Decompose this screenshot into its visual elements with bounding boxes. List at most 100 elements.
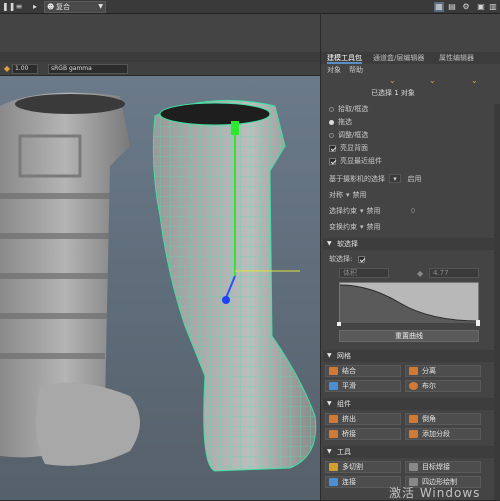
camera-select-dropdown[interactable]: ▾ [389,174,402,183]
collapse-triangle-icon: ▼ [327,448,332,455]
multi-cut-icon [329,463,338,471]
checkbox-icon [329,157,336,165]
boolean-button[interactable]: 布尔 [405,380,481,392]
add-divisions-icon [409,430,418,438]
combine-button[interactable]: 结合 [325,365,401,377]
bridge-button[interactable]: 桥接 [325,428,401,440]
pause-icon[interactable]: ❚❚ [2,2,15,12]
outliner-icon[interactable]: ▥ [488,2,498,12]
radio-icon [329,132,334,138]
backface-label: 亮显背面 [340,144,368,152]
sculpted-boot [0,92,140,466]
pick-marquee-option[interactable]: 拾取/框选 [329,104,368,114]
chevron-down-icon: ▾ [360,207,364,215]
radio-icon [329,106,334,112]
arrow-icon[interactable]: ▸ [30,2,40,12]
mesh-section-title: 网格 [337,352,351,360]
selection-constraint-value: 禁用 [366,207,381,215]
camera-select-state[interactable]: 启用 [407,175,421,183]
bevel-icon [409,415,418,423]
falloff-mode-select[interactable]: 体积 [339,268,389,278]
reset-curve-button[interactable]: 重置曲线 [339,330,479,342]
combine-label: 结合 [342,367,356,375]
layout-icon[interactable]: ▦ [434,2,444,12]
smooth-button[interactable]: 平滑 [325,380,401,392]
constraint-number[interactable]: 0 [411,207,415,215]
transform-constraint-label: 变换约束 [329,223,357,231]
target-weld-button[interactable]: 目标焊接 [405,461,481,473]
bridge-icon [329,430,338,438]
boolean-icon [409,382,418,390]
mode-select[interactable]: ☻ 复合 ▼ [44,1,106,13]
colorspace-value: sRGB gamma [51,65,92,72]
symmetry-row[interactable]: 对称 ▾ 禁用 [329,190,367,200]
falloff-radius-field[interactable]: 4.77 [429,268,479,278]
chevron-down-icon: ▼ [98,3,103,10]
settings-icon[interactable]: ⚙ [461,2,471,12]
components-section[interactable]: ▼ 组件 [323,398,499,410]
soft-select-title: 软选择 [337,240,358,248]
drag-option[interactable]: 拖选 [329,117,352,127]
grid-icon[interactable]: ▤ [447,2,457,12]
nearest-component-checkbox[interactable]: 亮显最近组件 [329,156,382,166]
uv-mode-icon[interactable]: ⌄ [471,76,478,85]
colorspace-select[interactable]: sRGB gamma [48,64,128,74]
separate-button[interactable]: 分离 [405,365,481,377]
multi-cut-label: 多切割 [342,463,363,471]
selection-mode-icons: ⌄ ⌄ ⌄ [381,76,491,85]
symmetry-label: 对称 [329,191,343,199]
boolean-label: 布尔 [422,382,436,390]
falloff-mode-value: 体积 [343,269,357,277]
menu-help[interactable]: 帮助 [349,66,363,75]
tab-attribute-editor[interactable]: 属性编辑器 [439,52,474,64]
help-icon[interactable]: ▣ [476,2,486,12]
exposure-field[interactable]: 1.00 [12,64,38,74]
combine-icon [329,367,338,375]
connect-label: 连接 [342,478,356,486]
menu-object[interactable]: 对象 [327,66,341,75]
collapse-triangle-icon: ▼ [327,240,332,247]
falloff-curve [339,284,481,323]
chevron-down-icon: ▾ [360,223,364,231]
extrude-icon [329,415,338,423]
falloff-radius-value: 4.77 [433,269,449,277]
multi-cut-button[interactable]: 多切割 [325,461,401,473]
separate-icon [409,367,418,375]
tweak-marquee-option[interactable]: 调整/框选 [329,130,368,140]
smooth-icon [329,382,338,390]
panel-scrollbar[interactable] [494,104,500,500]
viewport-menu-strip [0,52,320,62]
wireframe-boot [152,99,317,472]
selection-constraint-row[interactable]: 选择约束 ▾ 禁用 0 [329,206,415,216]
pick-label: 拾取/框选 [338,105,369,113]
radio-selected-icon [329,119,334,125]
bevel-button[interactable]: 倒角 [405,413,481,425]
soft-select-section[interactable]: ▼ 软选择 [323,238,499,250]
mesh-section[interactable]: ▼ 网格 [323,350,499,362]
selection-constraint-label: 选择约束 [329,207,357,215]
tools-section[interactable]: ▼ 工具 [323,446,499,458]
3d-viewport[interactable] [0,76,320,500]
camera-attr-icon[interactable]: ◆ [2,64,12,74]
extrude-button[interactable]: 挤出 [325,413,401,425]
tab-modeling-toolkit[interactable]: 建模工具包 [327,52,362,64]
add-divisions-button[interactable]: 添加分段 [405,428,481,440]
transform-constraint-row[interactable]: 变换约束 ▾ 禁用 [329,222,381,232]
curve-key-end[interactable] [476,320,480,326]
tweak-label: 调整/框选 [338,131,369,139]
add-divisions-label: 添加分段 [422,430,450,438]
list-icon[interactable]: ≡ [14,2,24,12]
vertex-mode-icon[interactable]: ⌄ [389,76,396,85]
face-mode-icon[interactable]: ⌄ [429,76,436,85]
soft-select-toggle[interactable]: 软选择: [329,254,369,264]
checkbox-icon [329,144,336,152]
backface-checkbox[interactable]: 亮显背面 [329,143,368,153]
nearest-label: 亮显最近组件 [340,157,382,165]
falloff-curve-graph[interactable] [339,282,481,323]
transform-constraint-value: 禁用 [366,223,381,231]
tools-section-title: 工具 [337,448,351,456]
curve-key-start[interactable] [337,322,341,326]
drag-label: 拖选 [338,118,352,126]
collapse-triangle-icon: ▼ [327,352,332,359]
tab-channel-box[interactable]: 通道盒/层编辑器 [373,52,424,64]
